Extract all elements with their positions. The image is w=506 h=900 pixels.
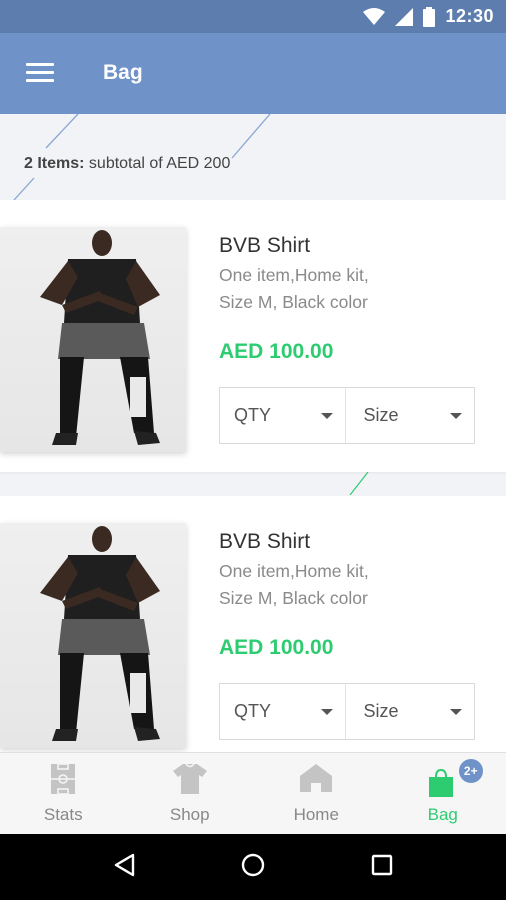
- system-navigation-bar: [0, 834, 506, 900]
- size-dropdown[interactable]: Size: [344, 684, 475, 739]
- item-options: QTY Size: [219, 683, 475, 740]
- nav-item-stats[interactable]: Stats: [0, 753, 127, 834]
- bag-item-card[interactable]: BVB Shirt One item,Home kit, Size M, Bla…: [0, 496, 506, 754]
- bag-summary: 2 Items: subtotal of AED 200: [0, 114, 506, 200]
- product-image[interactable]: [0, 227, 186, 452]
- stats-icon: [51, 763, 76, 795]
- caret-down-icon: [450, 413, 462, 419]
- qty-label: QTY: [234, 701, 272, 721]
- home-icon: [300, 764, 333, 792]
- items-count: 2 Items:: [24, 155, 85, 172]
- qty-dropdown[interactable]: QTY: [220, 388, 345, 443]
- product-image[interactable]: [0, 523, 186, 748]
- bag-icon-wrapper: 2+: [428, 757, 485, 797]
- size-dropdown[interactable]: Size: [344, 388, 475, 443]
- recents-icon[interactable]: [371, 854, 393, 881]
- bag-item-card[interactable]: BVB Shirt One item,Home kit, Size M, Bla…: [0, 200, 506, 472]
- app-bar: Bag: [0, 33, 506, 114]
- size-label: Size: [363, 405, 399, 425]
- summary-text: 2 Items: subtotal of AED 200: [24, 155, 230, 173]
- product-description: One item,Home kit, Size M, Black color: [219, 262, 479, 316]
- product-description-line: Size M, Black color: [219, 588, 368, 608]
- caret-down-icon: [450, 709, 462, 715]
- home-circle-icon[interactable]: [241, 853, 265, 882]
- decorative-lines: [349, 472, 369, 495]
- status-time: 12:30: [445, 6, 494, 26]
- nav-item-shop[interactable]: Shop: [127, 753, 254, 834]
- product-name[interactable]: BVB Shirt: [219, 530, 310, 554]
- item-options: QTY Size: [219, 387, 475, 444]
- caret-down-icon: [320, 413, 333, 419]
- page-title: Bag: [103, 61, 143, 84]
- bag-icon: [428, 769, 453, 797]
- status-bar: 12:30: [0, 0, 506, 33]
- nav-item-bag[interactable]: 2+ Bag: [380, 753, 506, 834]
- wifi-icon: [363, 7, 386, 25]
- nav-label-home: Home: [293, 805, 339, 824]
- bottom-navigation: Stats Shop Home 2+ Bag: [0, 752, 506, 834]
- subtotal-text: subtotal of AED 200: [84, 155, 231, 172]
- product-description-line: Size M, Black color: [219, 292, 368, 312]
- nav-label-bag: Bag: [427, 805, 458, 824]
- product-description-line: One item,Home kit,: [219, 561, 369, 581]
- product-description: One item,Home kit, Size M, Black color: [219, 558, 479, 612]
- athlete-figure: [40, 526, 160, 741]
- hamburger-menu-icon[interactable]: [26, 63, 54, 85]
- back-icon[interactable]: [113, 853, 135, 882]
- size-label: Size: [363, 701, 399, 721]
- product-price: AED 100.00: [219, 340, 334, 363]
- caret-down-icon: [320, 709, 333, 715]
- athlete-figure: [40, 230, 160, 445]
- qty-label: QTY: [234, 405, 272, 425]
- signal-icon: [395, 7, 414, 26]
- qty-dropdown[interactable]: QTY: [220, 684, 345, 739]
- nav-label-stats: Stats: [43, 805, 83, 824]
- nav-item-home[interactable]: Home: [253, 753, 380, 834]
- shirt-icon: [172, 763, 207, 794]
- product-price: AED 100.00: [219, 636, 334, 659]
- nav-label-shop: Shop: [169, 805, 210, 824]
- bag-count-badge: 2+: [456, 757, 485, 785]
- product-name[interactable]: BVB Shirt: [219, 234, 310, 258]
- product-description-line: One item,Home kit,: [219, 265, 369, 285]
- card-divider: [0, 472, 506, 495]
- battery-icon: [423, 6, 436, 27]
